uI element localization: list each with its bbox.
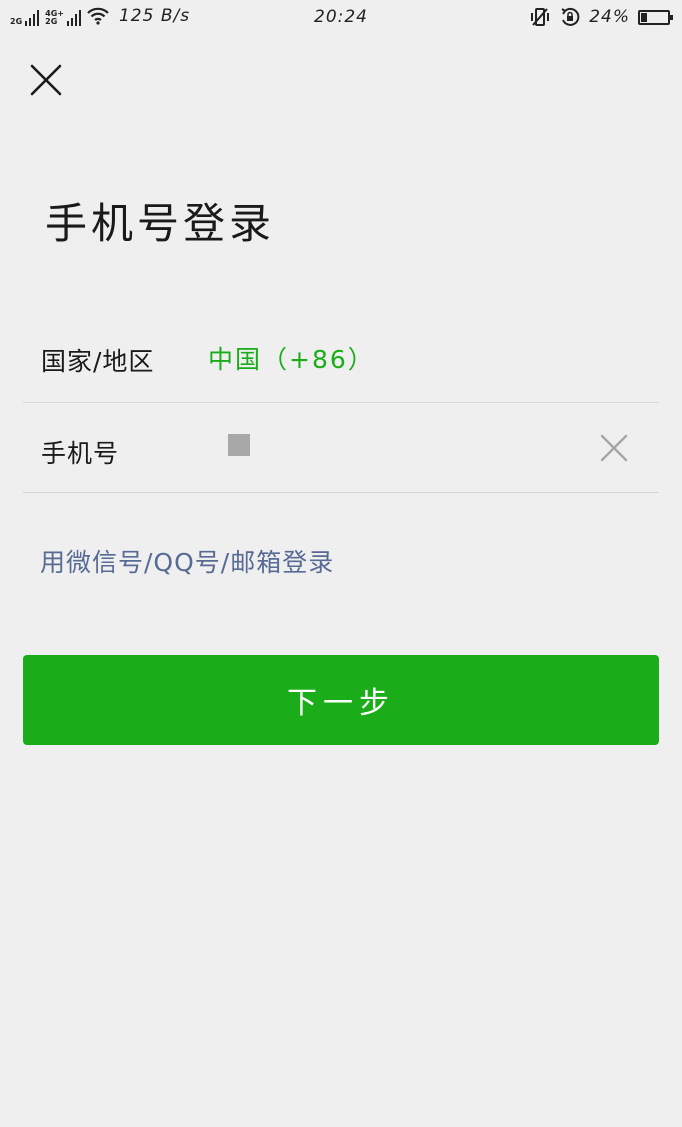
phone-label: 手机号 — [41, 439, 120, 468]
phone-input[interactable] — [223, 428, 587, 470]
region-label: 国家/地区 — [41, 347, 155, 376]
status-right: 24% — [529, 6, 673, 28]
rotation-lock-icon — [561, 7, 580, 26]
vibrate-icon — [531, 8, 550, 26]
battery-icon — [638, 9, 673, 25]
page-title: 手机号登录 — [45, 199, 276, 248]
status-bar: 2G 4G+ 2G 125 B/s 20:24 24% — [0, 0, 682, 36]
close-icon[interactable] — [26, 60, 66, 100]
region-selector[interactable]: 国家/地区 中国（+86） — [23, 312, 659, 403]
battery-level — [641, 12, 647, 22]
battery-percent: 24% — [589, 7, 630, 27]
next-button[interactable]: 下一步 — [23, 655, 659, 745]
clear-icon[interactable] — [598, 432, 630, 464]
phone-row: 手机号 — [23, 402, 659, 493]
region-value[interactable]: 中国（+86） — [208, 340, 375, 376]
login-screen: 2G 4G+ 2G 125 B/s 20:24 24% 手机号登录 国家/地区 … — [0, 0, 682, 1127]
alt-login-link[interactable]: 用微信号/QQ号/邮箱登录 — [40, 543, 334, 579]
